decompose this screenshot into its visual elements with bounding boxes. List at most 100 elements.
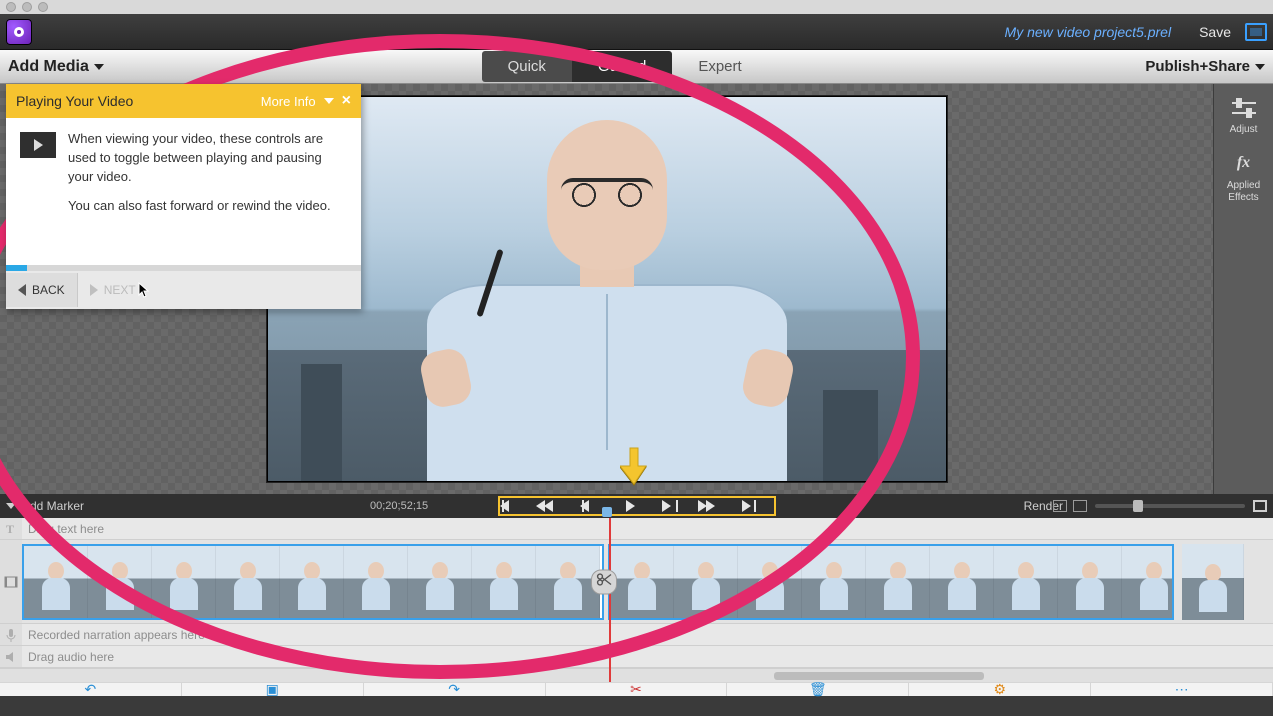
rewind-button[interactable] — [542, 499, 558, 513]
chevron-left-icon — [18, 284, 26, 296]
video-track[interactable] — [0, 540, 1273, 624]
guided-tip-back-button[interactable]: BACK — [6, 273, 78, 307]
guided-tip-text: When viewing your video, these controls … — [68, 130, 347, 187]
close-icon[interactable]: × — [342, 92, 351, 110]
more-icon: ⋯ — [1175, 681, 1189, 698]
add-marker-button[interactable]: Add Marker — [6, 499, 84, 513]
timeline-panel: T Drag text here — [0, 518, 1273, 682]
mac-window-chrome — [0, 0, 1273, 14]
traffic-close[interactable] — [6, 2, 16, 12]
publish-share-label: Publish+Share — [1145, 58, 1250, 75]
bottom-action[interactable]: ▣ — [182, 683, 364, 696]
redo-icon: ↷ — [448, 681, 460, 698]
mode-bar: Add Media Quick Guided Expert Publish+Sh… — [0, 50, 1273, 84]
video-preview[interactable] — [267, 96, 947, 482]
clip-thumbnail — [152, 546, 216, 618]
clip-thumbnail — [930, 546, 994, 618]
play-icon — [20, 132, 56, 158]
guided-tip-text: You can also fast forward or rewind the … — [68, 197, 347, 216]
marker-icon — [6, 503, 16, 509]
applied-effects-label: Applied Effects — [1227, 180, 1260, 203]
clip-thumbnail — [994, 546, 1058, 618]
sliders-icon — [1230, 98, 1258, 120]
video-clip[interactable] — [1182, 544, 1244, 620]
clip-thumbnail — [280, 546, 344, 618]
timeline-horizontal-scrollbar[interactable] — [0, 668, 1273, 682]
cursor-icon — [138, 282, 150, 300]
clip-thumbnail — [408, 546, 472, 618]
traffic-zoom[interactable] — [38, 2, 48, 12]
clip-thumbnail — [472, 546, 536, 618]
clip-thumbnail — [24, 546, 88, 618]
video-clip[interactable] — [22, 544, 604, 620]
fast-forward-button[interactable] — [702, 499, 718, 513]
scrollbar-thumb[interactable] — [774, 672, 984, 680]
step-back-button[interactable] — [582, 499, 598, 513]
tab-guided[interactable]: Guided — [572, 51, 672, 82]
view-mode-toggles[interactable] — [1053, 500, 1087, 512]
timecode-display[interactable]: 00;20;52;15 — [370, 500, 428, 512]
add-media-label: Add Media — [8, 58, 89, 76]
text-track[interactable]: T Drag text here — [0, 518, 1273, 540]
save-button[interactable]: Save — [1199, 24, 1231, 40]
app-title-bar: My new video project5.prel Save — [0, 14, 1273, 50]
adjust-label: Adjust — [1230, 124, 1258, 135]
tab-quick[interactable]: Quick — [482, 51, 572, 82]
guided-tip-next-button[interactable]: NEXT — [78, 271, 166, 309]
playhead-line — [609, 518, 611, 682]
timeline-zoom-slider[interactable] — [1095, 504, 1245, 508]
applied-effects-button[interactable]: fx Applied Effects — [1227, 154, 1260, 204]
go-to-start-button[interactable] — [502, 499, 518, 513]
split-clip-button[interactable] — [591, 569, 617, 594]
clip-thumbnail — [802, 546, 866, 618]
speaker-icon — [4, 650, 18, 664]
adjust-panel-button[interactable]: Adjust — [1230, 98, 1258, 136]
play-pause-button[interactable] — [622, 499, 638, 513]
bottom-action[interactable]: 🗑 — [727, 683, 909, 696]
traffic-min[interactable] — [22, 2, 32, 12]
stage-area: Playing Your Video More Info × When view… — [0, 84, 1273, 494]
bottom-action[interactable]: ↶ — [0, 683, 182, 696]
workspace-tabs: Quick Guided Expert — [104, 51, 1145, 82]
step-forward-button[interactable] — [662, 499, 678, 513]
annotation-arrow-down-icon — [620, 446, 648, 491]
chevron-down-icon — [94, 64, 104, 70]
bottom-action[interactable]: ⋯ — [1091, 683, 1273, 696]
add-media-button[interactable]: Add Media — [8, 58, 104, 76]
bottom-action[interactable]: ⚙ — [909, 683, 1091, 696]
video-track-gutter — [0, 540, 22, 623]
guided-tip-nav: BACK NEXT — [6, 271, 361, 309]
undo-icon: ↶ — [85, 681, 97, 698]
clip-thumbnail — [866, 546, 930, 618]
playhead-handle[interactable] — [602, 507, 612, 517]
video-clip[interactable] — [608, 544, 1174, 620]
preview-subject — [427, 141, 787, 481]
narration-track-gutter — [0, 624, 22, 645]
organizer-icon: ▣ — [266, 681, 279, 698]
text-track-gutter: T — [0, 518, 22, 539]
audio-track-gutter — [0, 646, 22, 667]
safe-margins-toggle[interactable] — [1253, 500, 1267, 512]
guided-tip-body: When viewing your video, these controls … — [6, 118, 361, 265]
add-marker-label: Add Marker — [22, 499, 84, 513]
fullscreen-icon[interactable] — [1245, 23, 1267, 41]
go-to-end-button[interactable] — [742, 499, 758, 513]
guided-tip-title: Playing Your Video — [16, 93, 133, 109]
project-filename: My new video project5.prel — [1005, 24, 1172, 40]
bottom-action[interactable]: ✂ — [546, 683, 728, 696]
chevron-down-icon[interactable] — [324, 98, 334, 104]
clip-thumbnail — [610, 546, 674, 618]
guided-tip-panel: Playing Your Video More Info × When view… — [6, 84, 361, 309]
guided-tip-back-label: BACK — [32, 283, 65, 297]
publish-share-button[interactable]: Publish+Share — [1145, 58, 1265, 75]
right-tool-strip: Adjust fx Applied Effects — [1213, 84, 1273, 494]
narration-track[interactable]: Recorded narration appears here — [0, 624, 1273, 646]
audio-track[interactable]: Drag audio here — [0, 646, 1273, 668]
tab-expert[interactable]: Expert — [672, 51, 767, 82]
transport-bar: Add Marker 00;20;52;15 Render — [0, 494, 1273, 518]
microphone-icon — [4, 628, 18, 642]
guided-tip-more-info[interactable]: More Info — [261, 94, 316, 109]
scissors-icon — [596, 572, 612, 586]
settings-icon: ⚙ — [993, 681, 1006, 698]
bottom-action[interactable]: ↷ — [364, 683, 546, 696]
